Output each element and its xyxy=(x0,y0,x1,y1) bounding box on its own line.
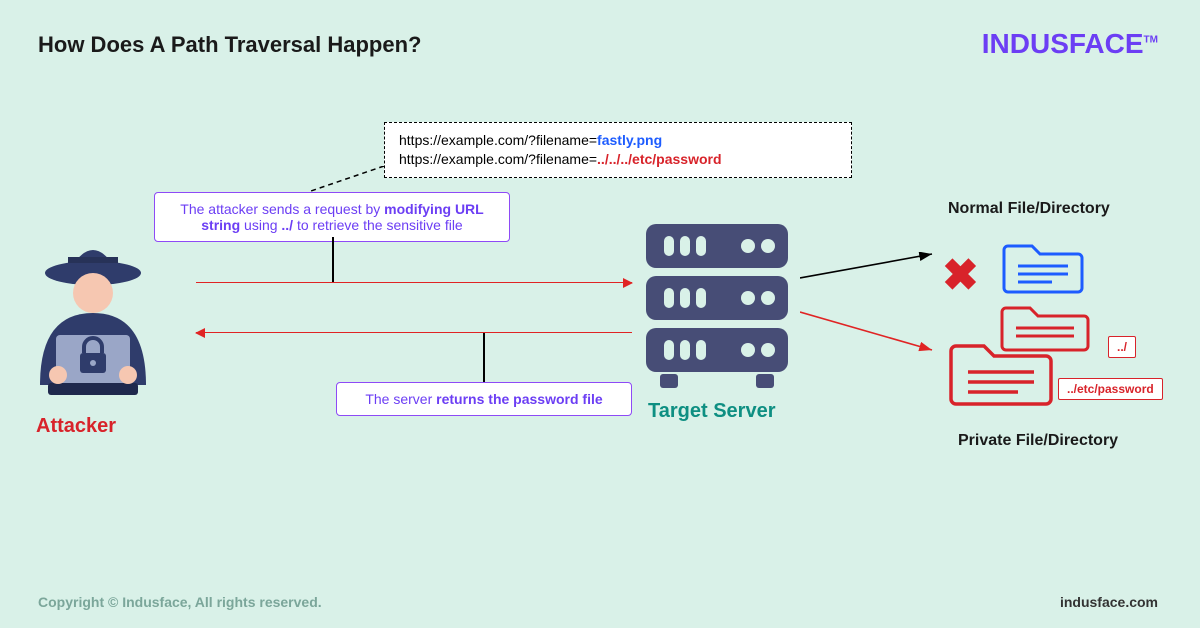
server-label: Target Server xyxy=(648,400,775,423)
url-example-box: https://example.com/?filename=fastly.png… xyxy=(384,122,852,178)
brand-logo: INDUSFACETM xyxy=(982,28,1158,60)
url-prefix-1: https://example.com/?filename= xyxy=(399,132,597,148)
path-chip-etcpassword: ../etc/password xyxy=(1058,378,1163,400)
brand-name: INDUSFACE xyxy=(982,28,1144,59)
arrow-to-private-file xyxy=(800,310,940,356)
connector-line-top xyxy=(332,237,334,282)
path-chip-dotslash: ../ xyxy=(1108,336,1136,358)
normal-folder-icon xyxy=(1002,232,1086,296)
connector-line-bottom xyxy=(483,333,485,382)
private-file-label: Private File/Directory xyxy=(958,432,1118,450)
callout-top-mid: using xyxy=(240,217,281,233)
page-title: How Does A Path Traversal Happen? xyxy=(38,32,421,58)
callout-bottom-bold: returns the password file xyxy=(436,391,602,407)
arrow-to-normal-file xyxy=(800,252,940,282)
footer-copyright: Copyright © Indusface, All rights reserv… xyxy=(38,594,322,610)
url-value-attack: ../../../etc/password xyxy=(597,151,721,167)
callout-top-post: to retrieve the sensitive file xyxy=(293,217,463,233)
url-prefix-2: https://example.com/?filename= xyxy=(399,151,597,167)
server-illustration xyxy=(638,220,796,390)
private-folder-large-icon xyxy=(948,330,1058,410)
arrow-request xyxy=(196,282,632,283)
attacker-label: Attacker xyxy=(36,415,116,438)
normal-file-label: Normal File/Directory xyxy=(948,200,1110,218)
footer-site: indusface.com xyxy=(1060,594,1158,610)
callout-top-bold2: ../ xyxy=(281,217,293,233)
url-line-normal: https://example.com/?filename=fastly.png xyxy=(399,131,837,150)
callout-attacker-request: The attacker sends a request by modifyin… xyxy=(154,192,510,242)
arrow-response xyxy=(196,332,632,333)
callout-server-response: The server returns the password file xyxy=(336,382,632,416)
url-value-normal: fastly.png xyxy=(597,132,662,148)
attacker-illustration xyxy=(18,235,168,405)
blocked-cross-icon: ✖ xyxy=(942,250,979,301)
url-line-attack: https://example.com/?filename=../../../e… xyxy=(399,150,837,169)
callout-top-pre: The attacker sends a request by xyxy=(180,201,384,217)
callout-bottom-pre: The server xyxy=(365,391,436,407)
brand-tm: TM xyxy=(1144,35,1158,46)
